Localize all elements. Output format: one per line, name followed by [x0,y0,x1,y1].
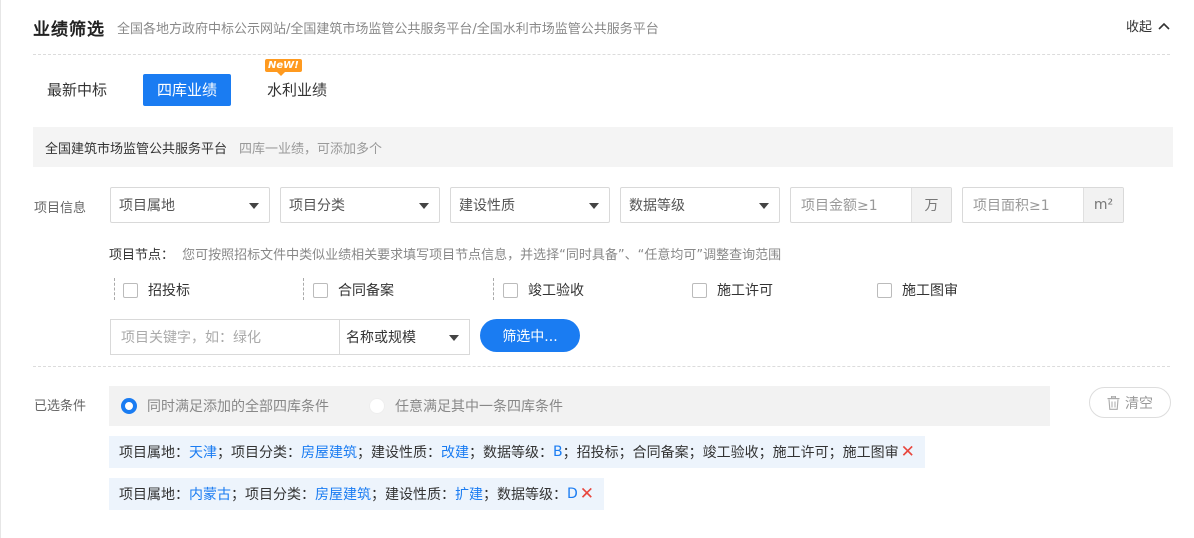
tab-latest-bids[interactable]: 最新中标 [33,74,121,106]
condition-tag: 项目属地： 内蒙古 ；项目分类： 房屋建筑 ；建设性质： 扩建 ；数据等级： D ✕ [109,478,605,510]
checkbox-label: 竣工验收 [528,283,584,299]
construction-nature-select[interactable]: 建设性质 [450,187,610,223]
panel-title: 业绩筛选 [33,19,105,40]
section-divider [33,366,1170,367]
tag-value: 改建 [441,445,469,461]
checkbox[interactable] [313,282,328,298]
location-select[interactable]: 项目属地 [110,187,270,223]
tag-text: ；数据等级： [469,445,553,461]
tag-value: D [567,486,578,502]
project-info-label: 项目信息 [34,201,87,216]
clear-button-label: 清空 [1125,395,1153,412]
node-separator [303,278,304,300]
checkbox[interactable] [503,282,518,298]
radio-label: 任意满足其中一条四库条件 [395,399,563,415]
selected-conditions-label: 已选条件 [34,399,87,414]
clear-button[interactable]: 清空 [1089,387,1171,418]
performance-filter-panel: 业绩筛选 全国各地方政府中标公示网站/全国建筑市场监管公共服务平台/全国水利市场… [0,0,1194,538]
checkbox-label: 施工图审 [902,283,958,299]
radio-unselected-icon[interactable] [369,398,385,414]
tab-water-conservancy[interactable]: NeW! 水利业绩 [253,59,341,106]
keyword-input[interactable]: 项目关键字，如：绿化 [110,319,340,355]
collapse-button[interactable]: 收起 [1126,16,1170,35]
node-checkbox-completion[interactable]: 竣工验收 [503,280,584,300]
source-tabs: 最新中标 四库业绩 NeW! 水利业绩 [33,59,363,106]
radio-match-any[interactable]: 任意满足其中一条四库条件 [369,396,563,416]
project-node-description: 您可按照招标文件中类似业绩相关要求填写项目节点信息，并选择“同时具备”、“任意均… [182,248,782,263]
tag-text: ；招投标；合同备案；竣工验收；施工许可；施工图审 [562,445,899,461]
select-value: 名称或规模 [346,330,416,346]
radio-label: 同时满足添加的全部四库条件 [147,399,329,415]
tag-text: ；数据等级： [483,487,567,503]
chevron-up-icon [1158,22,1170,30]
match-mode-bar: 同时满足添加的全部四库条件 任意满足其中一条四库条件 [109,386,1050,426]
tag-value: 天津 [189,445,217,461]
area-unit: m² [1083,188,1123,222]
node-checkbox-contract-filing[interactable]: 合同备案 [313,280,394,300]
caret-down-icon [449,335,459,341]
filter-button[interactable]: 筛选中... [480,319,580,352]
tag-text: ；项目分类： [217,445,301,461]
header-divider [33,54,1170,55]
project-node-label: 项目节点： [109,248,175,263]
platform-hint: 四库一业绩，可添加多个 [239,141,383,157]
filter-button-label: 筛选中... [502,328,558,345]
checkbox-label: 合同备案 [338,283,394,299]
tag-text: 项目属地： [119,445,189,461]
remove-condition-icon[interactable]: ✕ [901,443,915,461]
caret-down-icon [759,203,769,209]
tab-label: 最新中标 [47,81,108,99]
select-value: 项目属地 [119,198,175,214]
panel-header: 业绩筛选 全国各地方政府中标公示网站/全国建筑市场监管公共服务平台/全国水利市场… [33,14,1170,40]
remove-condition-icon[interactable]: ✕ [580,485,594,503]
platform-info-bar: 全国建筑市场监管公共服务平台 四库一业绩，可添加多个 [33,127,1173,167]
checkbox[interactable] [692,282,707,298]
project-area-field[interactable]: 项目面积≥1 m² [962,187,1124,223]
caret-down-icon [589,203,599,209]
checkbox-label: 施工许可 [717,283,773,299]
trash-icon [1107,395,1120,410]
node-separator [493,278,494,300]
select-value: 项目分类 [289,198,345,214]
tag-value: B [553,444,563,460]
project-area-input[interactable]: 项目面积≥1 [963,188,1083,222]
tag-text: ；建设性质： [357,445,441,461]
amount-unit: 万 [911,188,951,222]
project-node-hint: 项目节点： 您可按照招标文件中类似业绩相关要求填写项目节点信息，并选择“同时具备… [109,244,781,263]
caret-down-icon [249,203,259,209]
tag-value: 房屋建筑 [315,487,371,503]
project-amount-field[interactable]: 项目金额≥1 万 [790,187,952,223]
category-select[interactable]: 项目分类 [280,187,440,223]
checkbox-label: 招投标 [148,283,190,299]
tab-label: 四库业绩 [157,81,218,99]
radio-match-all[interactable]: 同时满足添加的全部四库条件 [121,396,329,416]
select-value: 数据等级 [629,198,685,214]
keyword-placeholder: 项目关键字，如：绿化 [121,330,261,346]
panel-subtitle: 全国各地方政府中标公示网站/全国建筑市场监管公共服务平台/全国水利市场监管公共服… [117,21,659,37]
caret-down-icon [419,203,429,209]
tag-text: 项目属地： [119,487,189,503]
platform-name: 全国建筑市场监管公共服务平台 [45,141,228,157]
keyword-mode-select[interactable]: 名称或规模 [339,319,470,355]
select-value: 建设性质 [459,198,515,214]
node-separator [114,278,115,300]
node-checkbox-bidding[interactable]: 招投标 [123,280,190,300]
radio-selected-icon[interactable] [121,398,137,414]
node-checkbox-construction-permit[interactable]: 施工许可 [692,280,773,300]
condition-tag: 项目属地： 天津 ；项目分类： 房屋建筑 ；建设性质： 改建 ；数据等级： B ；招投标；合同备… [109,436,925,468]
tag-value: 内蒙古 [189,487,231,503]
node-checkbox-drawing-review[interactable]: 施工图审 [877,280,958,300]
tab-four-library[interactable]: 四库业绩 [143,74,232,106]
checkbox[interactable] [123,282,138,298]
collapse-label: 收起 [1125,20,1152,35]
tag-value: 房屋建筑 [301,445,357,461]
tag-value: 扩建 [455,487,483,503]
tag-text: ；建设性质： [371,487,455,503]
tab-label: 水利业绩 [267,81,328,99]
data-level-select[interactable]: 数据等级 [620,187,780,223]
tag-text: ；项目分类： [231,487,315,503]
new-badge: NeW! [265,59,302,76]
checkbox[interactable] [877,282,892,298]
project-amount-input[interactable]: 项目金额≥1 [791,188,911,222]
